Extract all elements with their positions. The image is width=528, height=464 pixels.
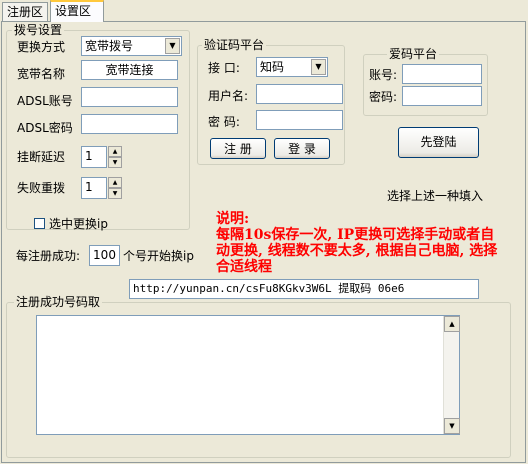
login-first-button[interactable]: 先登陆: [398, 127, 479, 158]
captcha-login-label: 登 录: [288, 142, 316, 156]
aima-platform-title: 爱码平台: [387, 47, 440, 61]
broadband-name-value: 宽带连接: [105, 63, 154, 77]
aima-hint: 选择上述一种填入: [387, 189, 484, 203]
hangup-delay-field[interactable]: 1: [81, 146, 107, 168]
captcha-login-button[interactable]: 登 录: [274, 138, 330, 159]
aima-password-label: 密码:: [369, 90, 398, 104]
link-field[interactable]: http://yunpan.cn/csFu8KGkv3W6L 提取码 06e6: [129, 279, 479, 299]
chevron-down-icon[interactable]: ▼: [165, 38, 180, 54]
hangup-delay-value: 1: [85, 149, 93, 163]
every-success-suffix: 个号开始换ip: [123, 249, 194, 263]
change-ip-checkbox[interactable]: [34, 218, 45, 229]
aima-password-field[interactable]: [402, 86, 482, 106]
tab-register[interactable]: 注册区: [2, 2, 48, 21]
tab-register-label: 注册区: [7, 5, 44, 19]
scroll-down-icon[interactable]: ▼: [444, 418, 460, 434]
login-first-label: 先登陆: [420, 135, 457, 149]
captcha-password-field[interactable]: [256, 110, 343, 130]
captcha-platform-title: 验证码平台: [202, 38, 267, 52]
dial-settings-title: 拨号设置: [12, 23, 65, 37]
scroll-up-icon[interactable]: ▲: [444, 316, 460, 332]
tab-settings-label: 设置区: [55, 4, 92, 18]
method-select-value: 宽带拨号: [85, 39, 134, 53]
spin-down-icon[interactable]: ▼: [108, 157, 122, 168]
spin-up-icon[interactable]: ▲: [108, 177, 122, 188]
note-body: 每隔10s保存一次, IP更换可选择手动或者自动更换, 线程数不要太多, 根据自…: [216, 227, 498, 275]
chevron-down-icon[interactable]: ▼: [311, 59, 326, 75]
username-label: 用户名:: [208, 89, 249, 103]
fail-redial-label: 失败重拨: [17, 181, 66, 195]
method-select[interactable]: 宽带拨号 ▼: [81, 36, 182, 56]
fail-redial-field[interactable]: 1: [81, 177, 107, 199]
username-field[interactable]: [256, 84, 343, 104]
aima-account-field[interactable]: [402, 64, 482, 84]
every-success-value: 100: [93, 248, 116, 262]
every-success-label: 每注册成功:: [16, 249, 81, 263]
captcha-register-label: 注 册: [224, 142, 252, 156]
fail-redial-spinner[interactable]: ▲ ▼: [108, 177, 122, 199]
adsl-account-label: ADSL账号: [17, 94, 73, 108]
method-label: 更换方式: [17, 40, 66, 54]
adsl-password-label: ADSL密码: [17, 121, 73, 135]
captcha-register-button[interactable]: 注 册: [210, 138, 266, 159]
interface-select-value: 知码: [260, 60, 285, 74]
fail-redial-value: 1: [85, 180, 93, 194]
settings-panel: 拨号设置 更换方式 宽带拨号 ▼ 宽带名称 宽带连接 ADSL账号 ADSL密码…: [1, 21, 526, 463]
change-ip-label: 选中更换ip: [49, 217, 108, 231]
interface-label: 接 口:: [208, 61, 240, 75]
success-numbers-title: 注册成功号码取: [14, 295, 103, 309]
captcha-password-label: 密 码:: [208, 115, 240, 129]
every-success-field[interactable]: 100: [89, 245, 120, 266]
hangup-delay-label: 挂断延迟: [17, 150, 66, 164]
spin-down-icon[interactable]: ▼: [108, 188, 122, 199]
broadband-name-field[interactable]: 宽带连接: [81, 60, 178, 80]
hangup-delay-spinner[interactable]: ▲ ▼: [108, 146, 122, 168]
adsl-account-field[interactable]: [81, 87, 178, 107]
link-value: http://yunpan.cn/csFu8KGkv3W6L 提取码 06e6: [133, 282, 405, 295]
spin-up-icon[interactable]: ▲: [108, 146, 122, 157]
success-numbers-textarea[interactable]: ▲ ▼: [36, 315, 460, 435]
adsl-password-field[interactable]: [81, 114, 178, 134]
tab-settings[interactable]: 设置区: [50, 0, 104, 22]
interface-select[interactable]: 知码 ▼: [256, 57, 328, 77]
aima-account-label: 账号:: [369, 68, 398, 82]
note-title: 说明:: [216, 211, 250, 227]
broadband-name-label: 宽带名称: [17, 67, 66, 81]
vertical-scrollbar[interactable]: ▲ ▼: [443, 316, 460, 434]
